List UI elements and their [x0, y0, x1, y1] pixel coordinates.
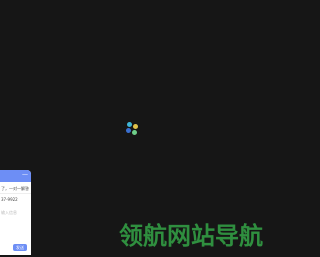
- minimize-icon[interactable]: —: [22, 171, 28, 179]
- brand-logo-text: 领航网站导航: [119, 222, 263, 250]
- chat-message: 37-9922: [1, 197, 18, 202]
- send-button[interactable]: 发送: [13, 244, 27, 251]
- spinner-dot: [127, 122, 132, 127]
- chat-message: 了，一对一解答: [1, 186, 29, 191]
- chat-header: —: [0, 170, 31, 182]
- spinner-dot: [126, 128, 131, 133]
- spinner-dot: [133, 124, 138, 129]
- chat-widget: — 了，一对一解答 37-9922 输入信息 发送: [0, 170, 31, 255]
- loading-spinner-icon: [124, 120, 140, 136]
- spinner-dot: [132, 130, 137, 135]
- chat-input[interactable]: 输入信息: [1, 210, 17, 216]
- chat-divider: [0, 193, 31, 194]
